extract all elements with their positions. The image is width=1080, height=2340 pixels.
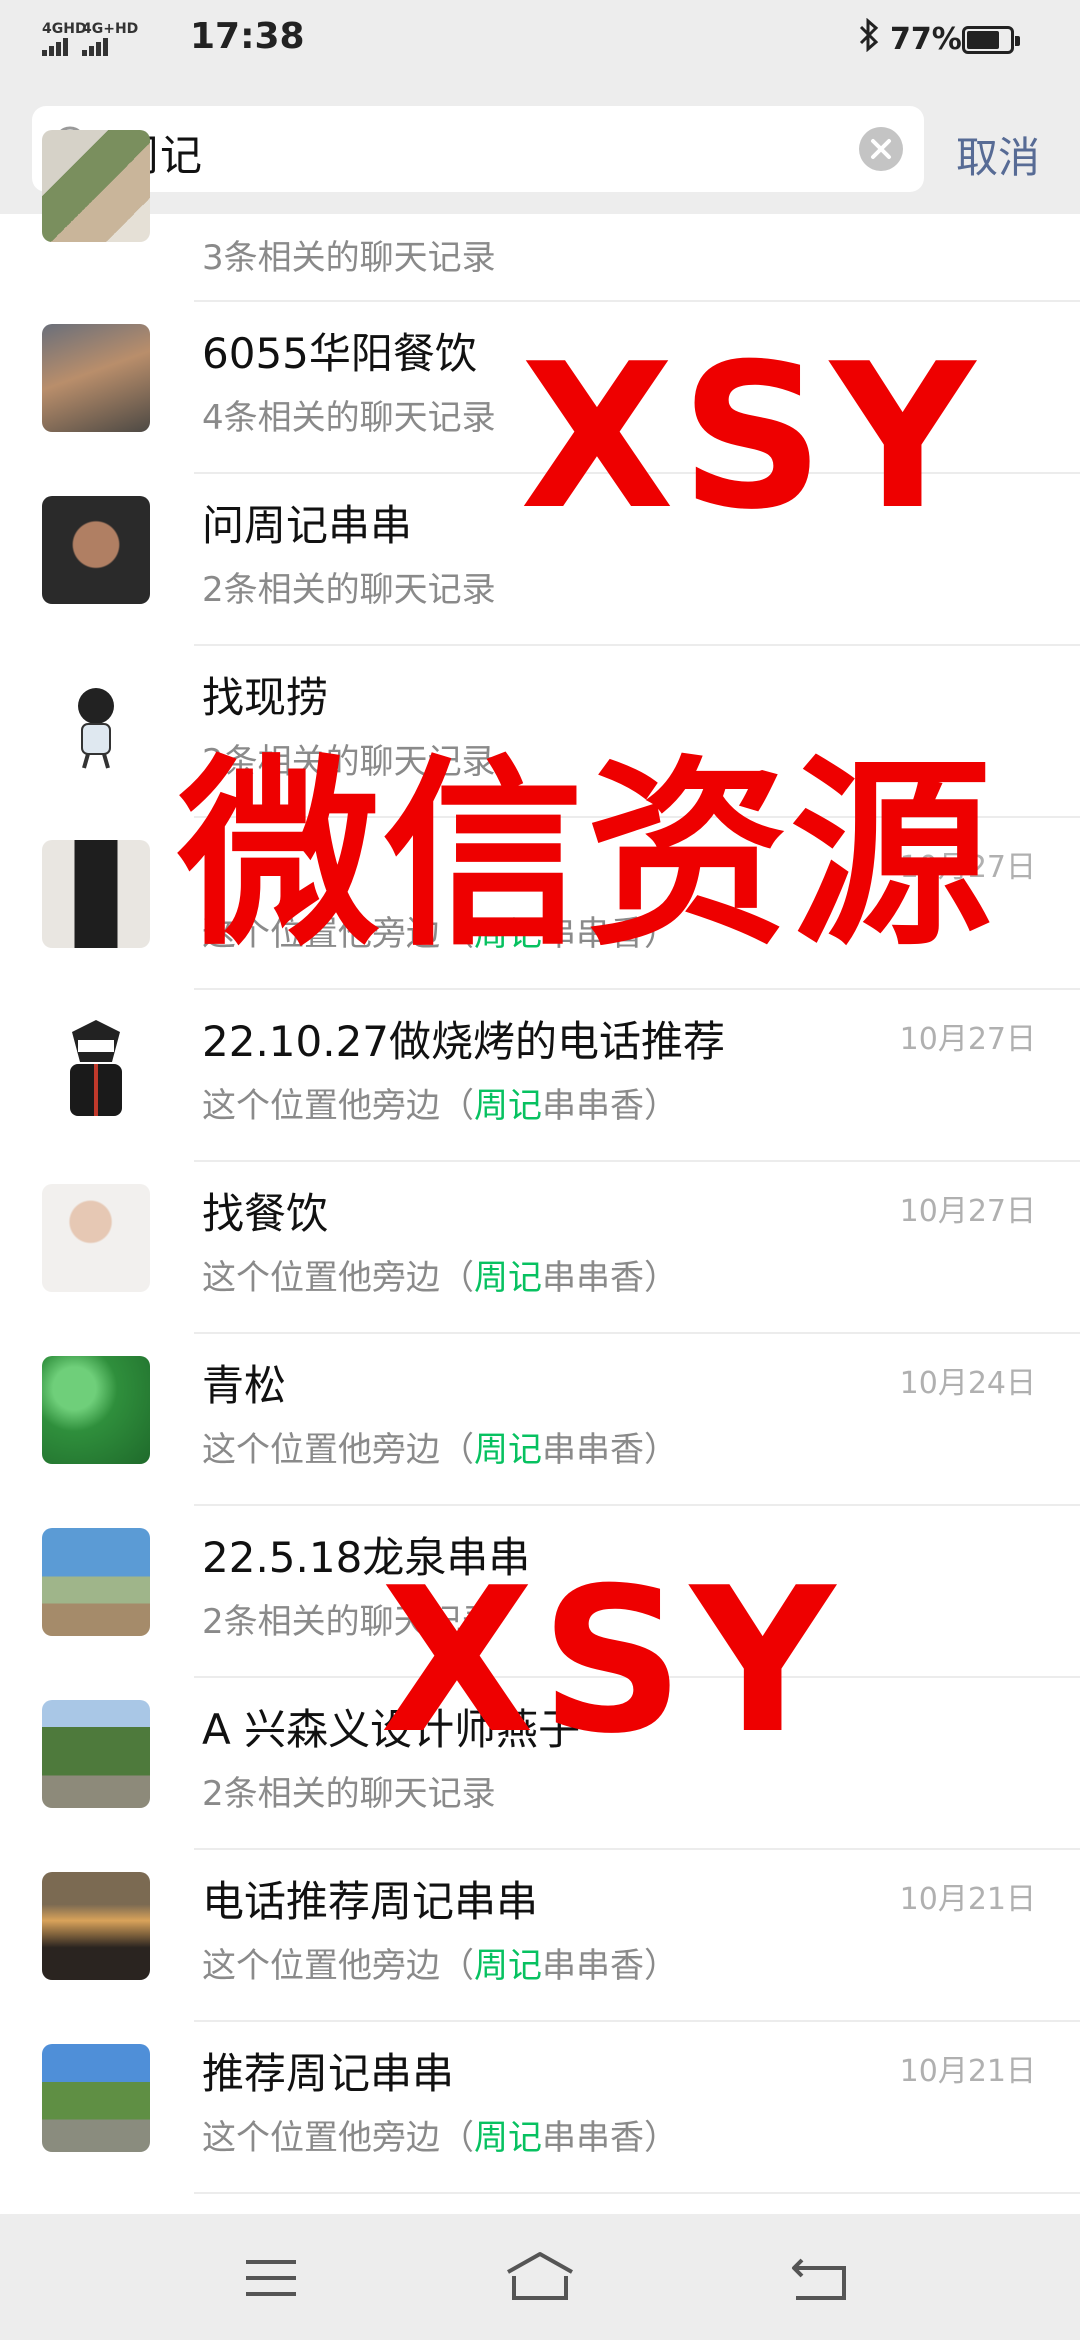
list-item[interactable]: 电话推荐周记串串 这个位置他旁边（周记串串香） 10月21日 bbox=[0, 1850, 1080, 2022]
back-icon[interactable] bbox=[780, 2248, 860, 2308]
subtitle-text: 这个位置他旁边（ bbox=[202, 1430, 474, 1470]
subtitle-text: 串串香） bbox=[542, 1946, 678, 1986]
subtitle-highlight: 周记 bbox=[474, 2118, 542, 2158]
result-date: 10月27日 bbox=[899, 1022, 1036, 1057]
result-date: 10月27日 bbox=[899, 1194, 1036, 1229]
avatar bbox=[42, 1700, 150, 1808]
status-bar: 4GHD 4G+HD 17:38 77% bbox=[0, 0, 1080, 84]
list-item[interactable]: 推荐周记串串 这个位置他旁边（周记串串香） 10月21日 bbox=[0, 2022, 1080, 2194]
subtitle-text: 这个位置他旁边（ bbox=[202, 1258, 474, 1298]
result-title: 问周记串串 bbox=[202, 501, 413, 550]
signal-bars-icon bbox=[82, 38, 110, 56]
result-subtitle: 这个位置他旁边（周记串串香） bbox=[202, 1938, 678, 1987]
subtitle-text: 这个位置他旁边（ bbox=[202, 1946, 474, 1986]
result-subtitle: 2条相关的聊天记录 bbox=[202, 562, 496, 611]
battery-icon bbox=[962, 26, 1020, 54]
subtitle-highlight: 周记 bbox=[474, 1086, 542, 1126]
avatar bbox=[42, 1872, 150, 1980]
navigation-bar bbox=[0, 2214, 1080, 2340]
subtitle-text: 串串香） bbox=[542, 1086, 678, 1126]
result-subtitle: 这个位置他旁边（周记串串香） bbox=[202, 1422, 678, 1471]
subtitle-text: 串串香） bbox=[542, 1258, 678, 1298]
subtitle-text: 这个位置他旁边（ bbox=[202, 1086, 474, 1126]
result-subtitle: 这个位置他旁边（周记串串香） bbox=[202, 1250, 678, 1299]
list-item[interactable]: 22.10.27做烧烤的电话推荐 这个位置他旁边（周记串串香） 10月27日 bbox=[0, 990, 1080, 1162]
watermark-text: XSY bbox=[380, 1545, 842, 1778]
network-label-1: 4GHD bbox=[42, 21, 87, 37]
clock: 17:38 bbox=[190, 16, 305, 57]
network-indicator-1: 4GHD bbox=[42, 20, 87, 56]
menu-icon[interactable] bbox=[232, 2248, 312, 2308]
subtitle-text: 这个位置他旁边（ bbox=[202, 2118, 474, 2158]
subtitle-text: 4条相关的聊天记录 bbox=[202, 398, 496, 438]
avatar bbox=[42, 840, 150, 948]
list-item[interactable]: 3条相关的聊天记录 bbox=[0, 130, 1080, 302]
avatar bbox=[42, 496, 150, 604]
signal-bars-icon bbox=[42, 38, 70, 56]
subtitle-highlight: 周记 bbox=[474, 1258, 542, 1298]
result-title: 青松 bbox=[202, 1361, 287, 1410]
watermark-text: XSY bbox=[520, 321, 982, 554]
bluetooth-icon bbox=[858, 17, 880, 60]
divider bbox=[194, 2192, 1080, 2194]
result-title: 找现捞 bbox=[202, 673, 329, 722]
avatar bbox=[42, 2044, 150, 2152]
result-subtitle: 4条相关的聊天记录 bbox=[202, 390, 496, 439]
avatar bbox=[42, 1012, 150, 1120]
subtitle-text: 串串香） bbox=[542, 1430, 678, 1470]
subtitle-text: 3条相关的聊天记录 bbox=[202, 238, 496, 278]
battery-percent: 77% bbox=[890, 22, 962, 57]
subtitle-highlight: 周记 bbox=[474, 1946, 542, 1986]
subtitle-text: 串串香） bbox=[542, 2118, 678, 2158]
result-title: 22.10.27做烧烤的电话推荐 bbox=[202, 1017, 726, 1066]
network-label-2: 4G+HD bbox=[82, 21, 139, 37]
watermark-text: 微信资源 bbox=[178, 737, 994, 973]
result-title: 推荐周记串串 bbox=[202, 2049, 455, 2098]
result-subtitle: 这个位置他旁边（周记串串香） bbox=[202, 1078, 678, 1127]
list-item[interactable]: 找餐饮 这个位置他旁边（周记串串香） 10月27日 bbox=[0, 1162, 1080, 1334]
avatar bbox=[42, 130, 150, 242]
subtitle-text: 2条相关的聊天记录 bbox=[202, 1774, 496, 1814]
avatar bbox=[42, 1528, 150, 1636]
result-subtitle: 3条相关的聊天记录 bbox=[202, 230, 496, 279]
result-date: 10月21日 bbox=[899, 2054, 1036, 2089]
avatar bbox=[42, 668, 150, 776]
avatar bbox=[42, 1184, 150, 1292]
subtitle-text: 2条相关的聊天记录 bbox=[202, 570, 496, 610]
avatar bbox=[42, 324, 150, 432]
result-title: 6055华阳餐饮 bbox=[202, 329, 477, 378]
home-icon[interactable] bbox=[500, 2248, 580, 2308]
result-date: 10月21日 bbox=[899, 1882, 1036, 1917]
result-subtitle: 这个位置他旁边（周记串串香） bbox=[202, 2110, 678, 2159]
result-title: 电话推荐周记串串 bbox=[202, 1877, 539, 1926]
list-item[interactable]: 青松 这个位置他旁边（周记串串香） 10月24日 bbox=[0, 1334, 1080, 1506]
network-indicator-2: 4G+HD bbox=[82, 20, 138, 56]
subtitle-highlight: 周记 bbox=[474, 1430, 542, 1470]
result-title: 找餐饮 bbox=[202, 1189, 329, 1238]
result-date: 10月24日 bbox=[899, 1366, 1036, 1401]
avatar bbox=[42, 1356, 150, 1464]
